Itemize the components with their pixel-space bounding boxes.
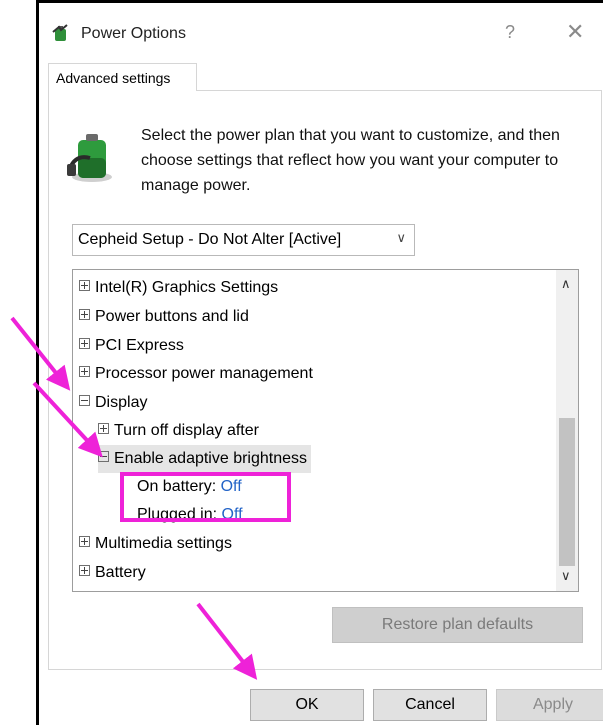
expand-plus-icon[interactable] bbox=[98, 423, 109, 435]
apply-button[interactable]: Apply bbox=[496, 689, 603, 721]
power-options-window: Power Options ? ✕ Advanced settings Sele… bbox=[36, 0, 603, 725]
tree-item-label: Enable adaptive brightness bbox=[114, 450, 308, 467]
tree-item-display[interactable]: Display bbox=[79, 389, 147, 417]
power-plan-dropdown[interactable]: Cepheid Setup - Do Not Alter [Active] ∨ bbox=[72, 224, 415, 256]
collapse-minus-icon[interactable] bbox=[98, 451, 109, 463]
intro-text: Select the power plan that you want to c… bbox=[141, 127, 560, 194]
settings-tree[interactable]: Intel(R) Graphics Settings Power buttons… bbox=[72, 269, 579, 592]
help-button[interactable]: ? bbox=[505, 22, 515, 43]
power-battery-icon bbox=[52, 24, 68, 41]
tab-advanced-settings[interactable]: Advanced settings bbox=[48, 63, 197, 91]
tree-item-label: Processor power management bbox=[95, 365, 313, 382]
tree-item-label: Power buttons and lid bbox=[95, 308, 249, 325]
cancel-button[interactable]: Cancel bbox=[373, 689, 487, 721]
title-bar: Power Options ? ✕ bbox=[39, 3, 603, 53]
power-plan-value: Cepheid Setup - Do Not Alter [Active] bbox=[78, 231, 342, 248]
expand-plus-icon[interactable] bbox=[79, 366, 90, 378]
expand-plus-icon[interactable] bbox=[79, 309, 90, 321]
tree-item-label: Battery bbox=[95, 564, 146, 581]
expand-plus-icon[interactable] bbox=[79, 536, 90, 548]
battery-plug-icon bbox=[67, 134, 112, 182]
expand-plus-icon[interactable] bbox=[79, 280, 90, 292]
tree-item-label: Display bbox=[95, 394, 148, 411]
collapse-minus-icon[interactable] bbox=[79, 395, 90, 407]
scroll-down-icon[interactable]: ∨ bbox=[561, 568, 571, 584]
highlight-box bbox=[120, 472, 291, 522]
tree-scrollbar[interactable]: ∧ ∨ bbox=[556, 270, 578, 591]
ok-button[interactable]: OK bbox=[250, 689, 364, 721]
tree-item-power-buttons[interactable]: Power buttons and lid bbox=[79, 303, 249, 331]
tree-item-adaptive-brightness[interactable]: Enable adaptive brightness bbox=[98, 445, 312, 473]
tree-item-battery[interactable]: Battery bbox=[79, 559, 146, 587]
expand-plus-icon[interactable] bbox=[79, 338, 90, 350]
restore-defaults-button[interactable]: Restore plan defaults bbox=[332, 607, 583, 643]
tree-item-processor[interactable]: Processor power management bbox=[79, 360, 313, 388]
close-button[interactable]: ✕ bbox=[566, 19, 584, 45]
tree-item-label: Multimedia settings bbox=[95, 535, 232, 552]
scroll-thumb[interactable] bbox=[559, 418, 575, 566]
tree-item-turn-off-display[interactable]: Turn off display after bbox=[98, 417, 259, 445]
tree-item-label: Intel(R) Graphics Settings bbox=[95, 279, 279, 296]
tree-item-label: Turn off display after bbox=[114, 422, 259, 439]
scroll-up-icon[interactable]: ∧ bbox=[561, 276, 571, 292]
tree-item-multimedia[interactable]: Multimedia settings bbox=[79, 530, 232, 558]
tree-item-pci-express[interactable]: PCI Express bbox=[79, 332, 184, 360]
chevron-down-icon: ∨ bbox=[396, 230, 406, 245]
expand-plus-icon[interactable] bbox=[79, 565, 90, 577]
tree-item-label: PCI Express bbox=[95, 337, 184, 354]
tree-item-intel-graphics[interactable]: Intel(R) Graphics Settings bbox=[79, 274, 278, 302]
window-title: Power Options bbox=[81, 25, 186, 42]
